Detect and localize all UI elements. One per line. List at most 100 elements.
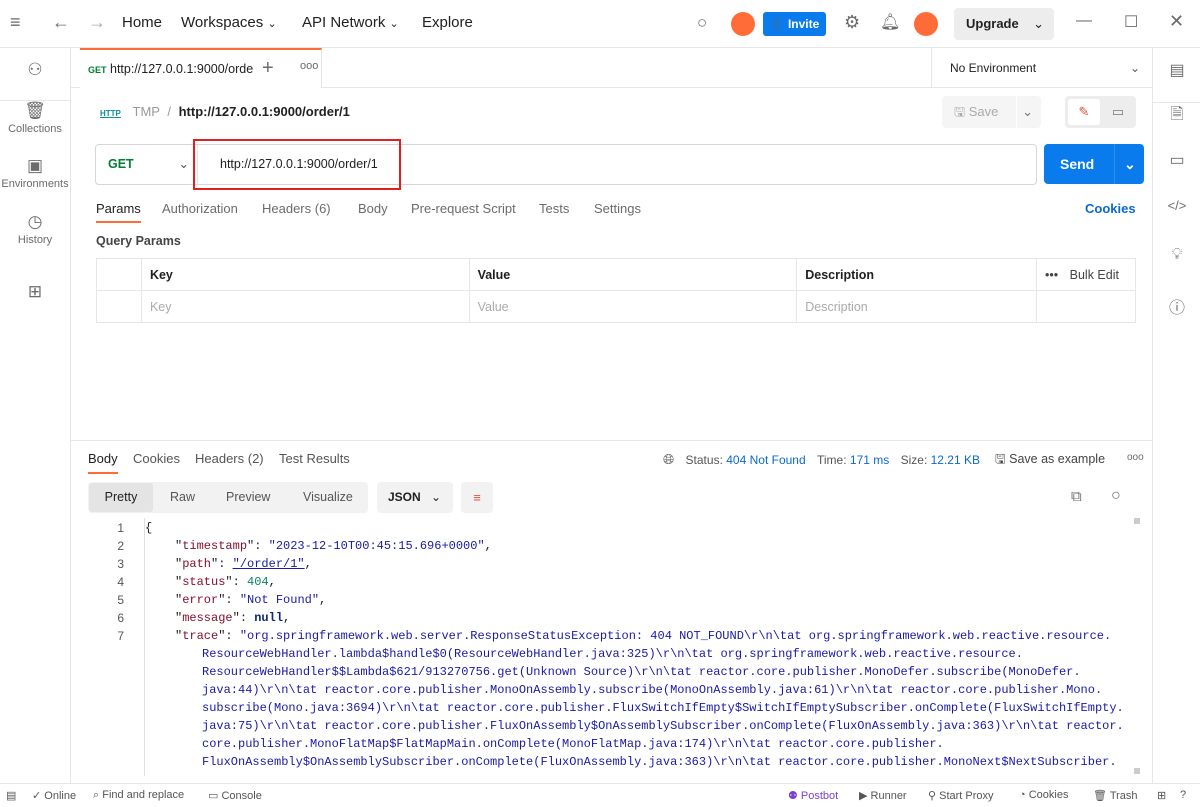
trace-continuation-line: java:44)\r\n\tat reactor.core.publisher.… xyxy=(202,683,1103,697)
size-value[interactable]: 12.21 KB xyxy=(931,453,980,467)
description-input[interactable]: Description xyxy=(796,290,1038,323)
response-body-editor[interactable]: 1{2 "timestamp": "2023-12-10T00:45:15.696… xyxy=(80,518,1140,776)
bulk-edit-button[interactable]: Bulk Edit xyxy=(1070,268,1119,282)
find-replace-button[interactable]: ⌕ Find and replace xyxy=(93,789,184,802)
method-select[interactable]: GET ⌄ xyxy=(96,145,198,184)
response-tab-test-results[interactable]: Test Results xyxy=(279,451,350,466)
back-arrow-icon[interactable]: ← xyxy=(52,12,70,33)
trace-continuation-line: subscribe(Mono.java:3694)\r\n\tat reacto… xyxy=(202,701,1124,715)
environment-select[interactable]: No Environment ⌄ xyxy=(931,48,1152,88)
pane-divider[interactable] xyxy=(71,440,1152,441)
sidebar-item-apps[interactable]: ⊞ xyxy=(0,282,70,304)
table-header-row: Key Value Description ••• Bulk Edit xyxy=(96,258,1136,291)
user-avatar[interactable] xyxy=(914,12,938,36)
scrollbar[interactable] xyxy=(1132,518,1140,774)
nav-api-network[interactable]: API Network ⌄ xyxy=(302,14,399,31)
breadcrumb-collection[interactable]: TMP xyxy=(133,104,160,119)
tab-authorization[interactable]: Authorization xyxy=(162,201,238,216)
code-text: "trace": "org.springframework.web.server… xyxy=(175,629,1112,643)
time-label: Time: xyxy=(816,453,847,467)
online-status[interactable]: ✓ Online xyxy=(32,789,76,802)
search-icon[interactable]: ○ xyxy=(1111,487,1121,505)
edit-icon[interactable]: ✎ xyxy=(1068,99,1100,125)
request-tab[interactable]: GET http://127.0.0.1:9000/orde xyxy=(80,48,322,88)
console-button[interactable]: ▭ Console xyxy=(208,789,262,802)
tab-body[interactable]: Body xyxy=(358,201,388,216)
format-select[interactable]: JSON ⌄ xyxy=(377,482,453,513)
value-input[interactable]: Value xyxy=(468,290,798,323)
comments-icon[interactable]: ▭ xyxy=(1153,150,1200,170)
postbot-button[interactable]: ⚉ Postbot xyxy=(788,789,838,802)
avatar[interactable] xyxy=(731,12,755,36)
forward-arrow-icon[interactable]: → xyxy=(88,12,106,33)
help-icon[interactable]: ? xyxy=(1180,789,1186,801)
sidebar-item-label: Collections xyxy=(8,123,62,135)
documentation-icon[interactable]: 🗎 xyxy=(1153,102,1200,130)
json-value: "2023-12-10T00:45:15.696+0000" xyxy=(268,539,485,553)
cookies-label: Cookies xyxy=(1028,789,1069,801)
layout-icon[interactable]: ⊞ xyxy=(1157,789,1166,802)
environment-quick-look-icon[interactable]: ▤ xyxy=(1153,60,1200,80)
trash-button[interactable]: 🗑︎ Trash xyxy=(1093,789,1138,802)
copy-icon[interactable]: ⧉ xyxy=(1071,488,1082,505)
comment-icon[interactable]: ▭ xyxy=(1103,99,1133,125)
tab-params[interactable]: Params xyxy=(96,201,141,223)
nav-home[interactable]: Home xyxy=(122,14,162,31)
runner-button[interactable]: ▶ Runner xyxy=(859,789,907,802)
more-tabs-icon[interactable]: ooo xyxy=(300,60,318,72)
upgrade-button[interactable]: Upgrade ⌄ xyxy=(954,8,1054,40)
invite-button[interactable]: 👤 Invite xyxy=(763,12,826,36)
new-tab-icon[interactable]: + xyxy=(262,57,274,80)
json-key: error xyxy=(182,593,219,607)
lightbulb-icon[interactable]: 💡︎ xyxy=(1153,246,1200,264)
more-icon[interactable]: ooo xyxy=(1127,452,1144,463)
search-icon[interactable]: ○ xyxy=(697,13,707,33)
cookies-button[interactable]: ◔ Cookies xyxy=(1019,789,1068,801)
bell-icon[interactable]: 🔔︎ xyxy=(880,12,900,32)
code-icon[interactable]: </> xyxy=(1153,198,1200,213)
view-preview[interactable]: Preview xyxy=(226,490,270,504)
response-tab-body[interactable]: Body xyxy=(88,451,118,474)
maximize-icon[interactable]: ☐ xyxy=(1124,12,1138,32)
status-value[interactable]: 404 Not Found xyxy=(726,453,805,467)
send-button[interactable]: Send ⌄ xyxy=(1044,144,1144,184)
cookies-link[interactable]: Cookies xyxy=(1085,201,1136,216)
nav-api-network-label: API Network xyxy=(302,14,386,31)
column-value: Value xyxy=(468,258,798,291)
save-button[interactable]: 🖫 Save ⌄ xyxy=(942,96,1041,128)
response-tab-cookies[interactable]: Cookies xyxy=(133,451,180,466)
nav-explore[interactable]: Explore xyxy=(422,14,473,31)
sidebar-item-collections[interactable]: 🗑︎ Collections xyxy=(0,100,70,135)
tab-headers[interactable]: Headers (6) xyxy=(262,201,331,216)
start-proxy-button[interactable]: ⚲ Start Proxy xyxy=(928,789,994,802)
close-icon[interactable]: ✕ xyxy=(1169,11,1184,32)
wrap-lines-icon[interactable]: ≡ xyxy=(461,482,493,513)
sidebar-item-history[interactable]: ◷ History xyxy=(0,212,70,246)
code-text: "path": "/order/1", xyxy=(175,557,312,571)
toggle-sidebar-icon[interactable]: ▤ xyxy=(6,789,16,802)
view-visualize[interactable]: Visualize xyxy=(303,490,353,504)
more-icon[interactable]: ••• xyxy=(1045,268,1058,282)
time-value[interactable]: 171 ms xyxy=(850,453,889,467)
view-pretty[interactable]: Pretty xyxy=(89,483,153,512)
minimize-icon[interactable]: — xyxy=(1076,12,1092,30)
right-sidebar: ▤ 🗎 ▭ </> 💡︎ ⓘ xyxy=(1152,48,1200,783)
key-input[interactable]: Key xyxy=(140,290,470,323)
response-tab-headers[interactable]: Headers (2) xyxy=(195,451,264,466)
gear-icon[interactable]: ⚙ xyxy=(844,12,860,33)
chevron-down-icon[interactable]: ⌄ xyxy=(1124,144,1136,184)
json-key: status xyxy=(182,575,226,589)
info-icon[interactable]: ⓘ xyxy=(1153,294,1200,318)
sidebar-item-team[interactable]: ⚇ xyxy=(0,60,70,82)
request-name[interactable]: http://127.0.0.1:9000/order/1 xyxy=(179,104,350,119)
tab-pre-request-script[interactable]: Pre-request Script xyxy=(411,201,516,216)
sidebar-item-environments[interactable]: ▣ Environments xyxy=(0,156,70,190)
view-raw[interactable]: Raw xyxy=(170,490,195,504)
line-number: 3 xyxy=(117,557,124,571)
save-as-example-button[interactable]: 🖫 Save as example xyxy=(995,450,1105,471)
tab-settings[interactable]: Settings xyxy=(594,201,641,216)
menu-icon[interactable]: ≡ xyxy=(10,12,21,33)
tab-tests[interactable]: Tests xyxy=(539,201,569,216)
chevron-down-icon: ⌄ xyxy=(178,157,189,171)
nav-workspaces[interactable]: Workspaces ⌄ xyxy=(181,14,277,31)
